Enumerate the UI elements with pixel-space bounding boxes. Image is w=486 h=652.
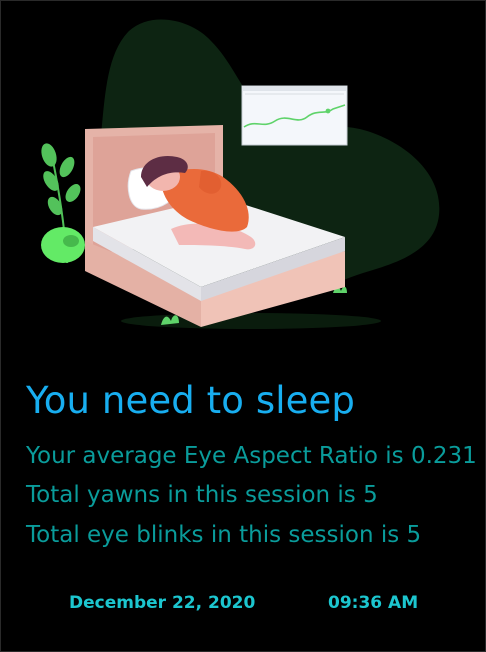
session-date: December 22, 2020 bbox=[69, 593, 256, 613]
floor-shadow bbox=[121, 313, 381, 329]
blink-count-stat: Total eye blinks in this session is 5 bbox=[26, 522, 422, 548]
yawn-count-stat: Total yawns in this session is 5 bbox=[26, 482, 378, 508]
eye-aspect-ratio-stat: Your average Eye Aspect Ratio is 0.231 bbox=[26, 443, 477, 469]
sleep-alert-title: You need to sleep bbox=[26, 379, 355, 422]
plant-icon bbox=[41, 143, 85, 264]
monitor-chart-icon bbox=[241, 85, 348, 146]
session-time: 09:36 AM bbox=[328, 593, 419, 613]
sleeping-person-illustration bbox=[41, 19, 440, 329]
screen-frame: You need to sleep Your average Eye Aspec… bbox=[0, 0, 486, 652]
